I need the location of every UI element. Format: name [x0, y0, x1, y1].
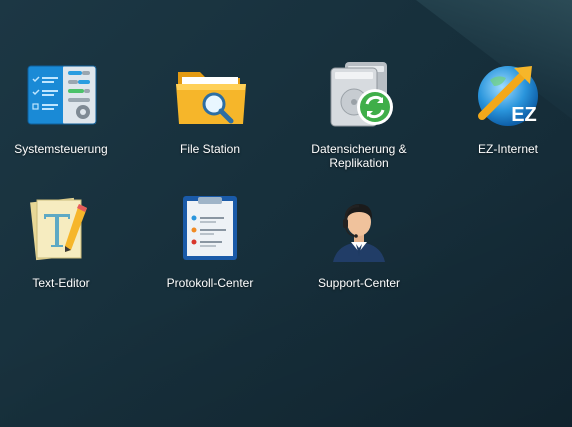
app-label: Datensicherung & Replikation	[311, 142, 407, 170]
folder-search-icon	[176, 72, 246, 124]
app-label: EZ-Internet	[477, 142, 539, 156]
support-agent-icon	[333, 204, 385, 262]
desktop-app-datensicherung[interactable]: Datensicherung & Replikation	[294, 58, 424, 178]
log-clipboard-icon	[183, 196, 237, 260]
desktop-app-text-editor[interactable]: Text-Editor	[0, 192, 126, 302]
desktop-app-systemsteuerung[interactable]: Systemsteuerung	[0, 58, 126, 168]
desktop-app-file-station[interactable]: File Station	[145, 58, 275, 168]
backup-replication-icon	[330, 62, 393, 127]
control-panel-icon	[27, 65, 97, 125]
app-label: Protokoll-Center	[166, 276, 254, 290]
desktop-app-protokoll-center[interactable]: Protokoll-Center	[145, 192, 275, 302]
desktop-app-ez-internet[interactable]: EZ EZ-Internet	[443, 58, 572, 168]
app-label: Systemsteuerung	[14, 142, 108, 156]
globe-arrow-icon: EZ	[478, 66, 538, 126]
app-label: Support-Center	[317, 276, 401, 290]
ez-badge-text: EZ	[511, 104, 537, 126]
app-label: File Station	[179, 142, 241, 156]
text-editor-icon	[30, 197, 87, 261]
app-label: Text-Editor	[32, 276, 90, 290]
desktop-app-support-center[interactable]: Support-Center	[294, 192, 424, 302]
